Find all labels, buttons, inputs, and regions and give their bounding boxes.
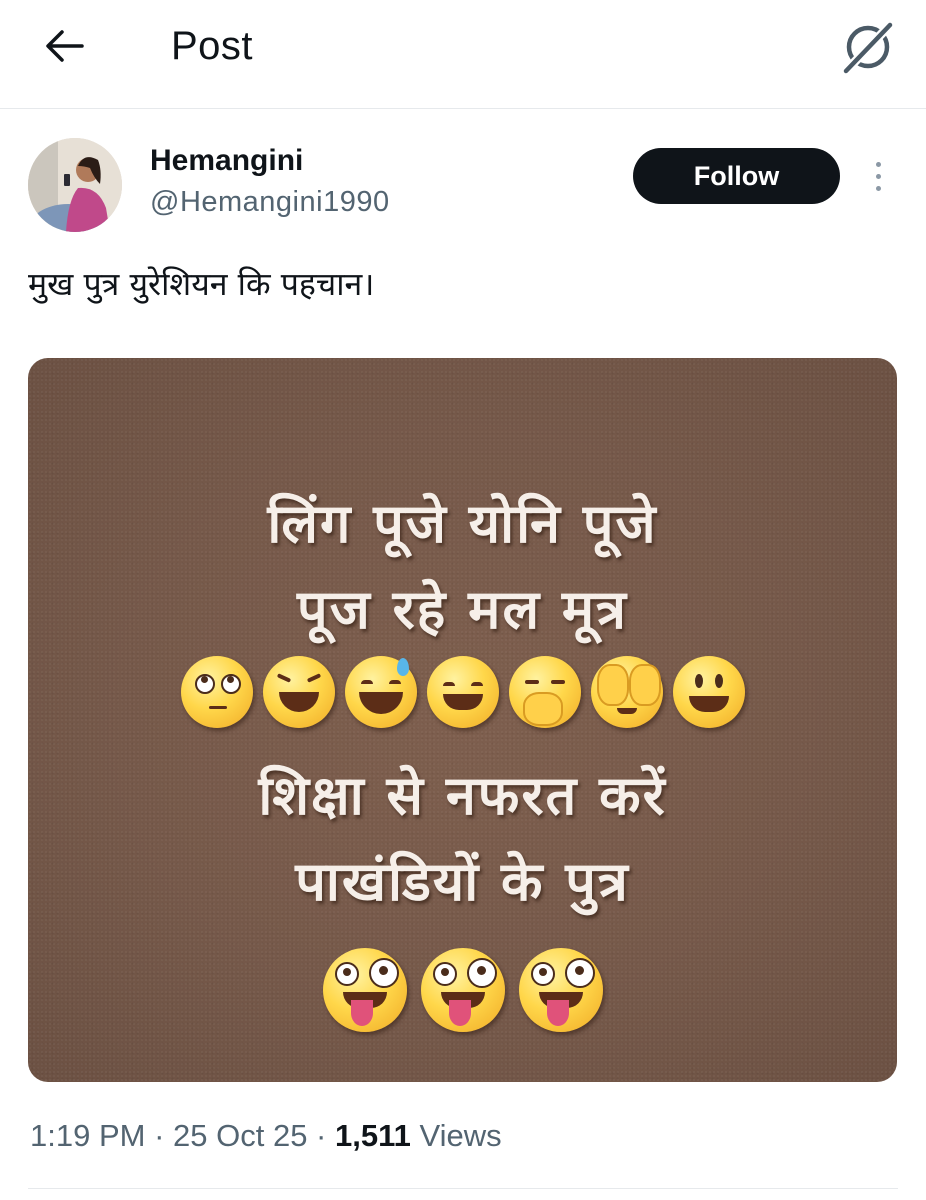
follow-button[interactable]: Follow <box>633 148 840 204</box>
image-text-line: पूज रहे मल मूत्र <box>297 578 628 641</box>
emoji-row <box>28 656 897 728</box>
face-palm-emoji <box>590 656 663 728</box>
more-dot <box>875 173 881 179</box>
page-title: Post <box>171 24 254 68</box>
post-image[interactable]: लिंग पूजे योनि पूजे पूज रहे मल मूत्र शिक… <box>28 358 897 1082</box>
profile-photo <box>28 138 122 232</box>
eye-roll-emoji <box>180 656 253 728</box>
back-button[interactable] <box>36 22 92 70</box>
more-dot <box>875 185 881 191</box>
grok-icon <box>841 20 895 75</box>
zany-tongue-emoji <box>420 948 505 1032</box>
smiley-emoji <box>672 656 745 728</box>
post-date[interactable]: 25 Oct 25 <box>173 1118 307 1153</box>
author-name[interactable]: Hemangini <box>150 144 303 178</box>
divider <box>28 1188 898 1189</box>
arrow-left-icon <box>46 30 84 62</box>
avatar[interactable] <box>28 138 122 232</box>
post-metadata: 1:19 PM · 25 Oct 25 · 1,511 Views <box>30 1118 502 1154</box>
laughing-squint-emoji <box>262 656 335 728</box>
author-handle[interactable]: @Hemangini1990 <box>150 186 390 219</box>
post-text: मुख पुत्र युरेशियन कि पहचान। <box>28 265 375 303</box>
emoji-row <box>28 948 897 1032</box>
post-time[interactable]: 1:19 PM <box>30 1118 145 1153</box>
image-text-line: शिक्षा से नफरत करें <box>258 764 667 827</box>
zany-tongue-emoji <box>518 948 603 1032</box>
separator: · <box>307 1118 335 1153</box>
more-options-button[interactable] <box>866 156 890 196</box>
views-count: 1,511 <box>335 1118 411 1153</box>
image-text-line: पाखंडियों के पुत्र <box>295 850 630 913</box>
image-text-line: लिंग पूजे योनि पूजे <box>267 492 658 555</box>
grin-emoji <box>426 656 499 728</box>
sweat-smile-emoji <box>344 656 417 728</box>
post-page: Post Hemangini @Hemangini1990 Follow मुख… <box>0 0 926 1200</box>
zany-tongue-emoji <box>322 948 407 1032</box>
yawn-emoji <box>508 656 581 728</box>
separator: · <box>145 1118 174 1153</box>
views-label: Views <box>410 1118 502 1153</box>
top-bar: Post <box>0 0 926 109</box>
grok-button[interactable] <box>838 18 898 76</box>
more-vertical-icon <box>875 161 881 167</box>
